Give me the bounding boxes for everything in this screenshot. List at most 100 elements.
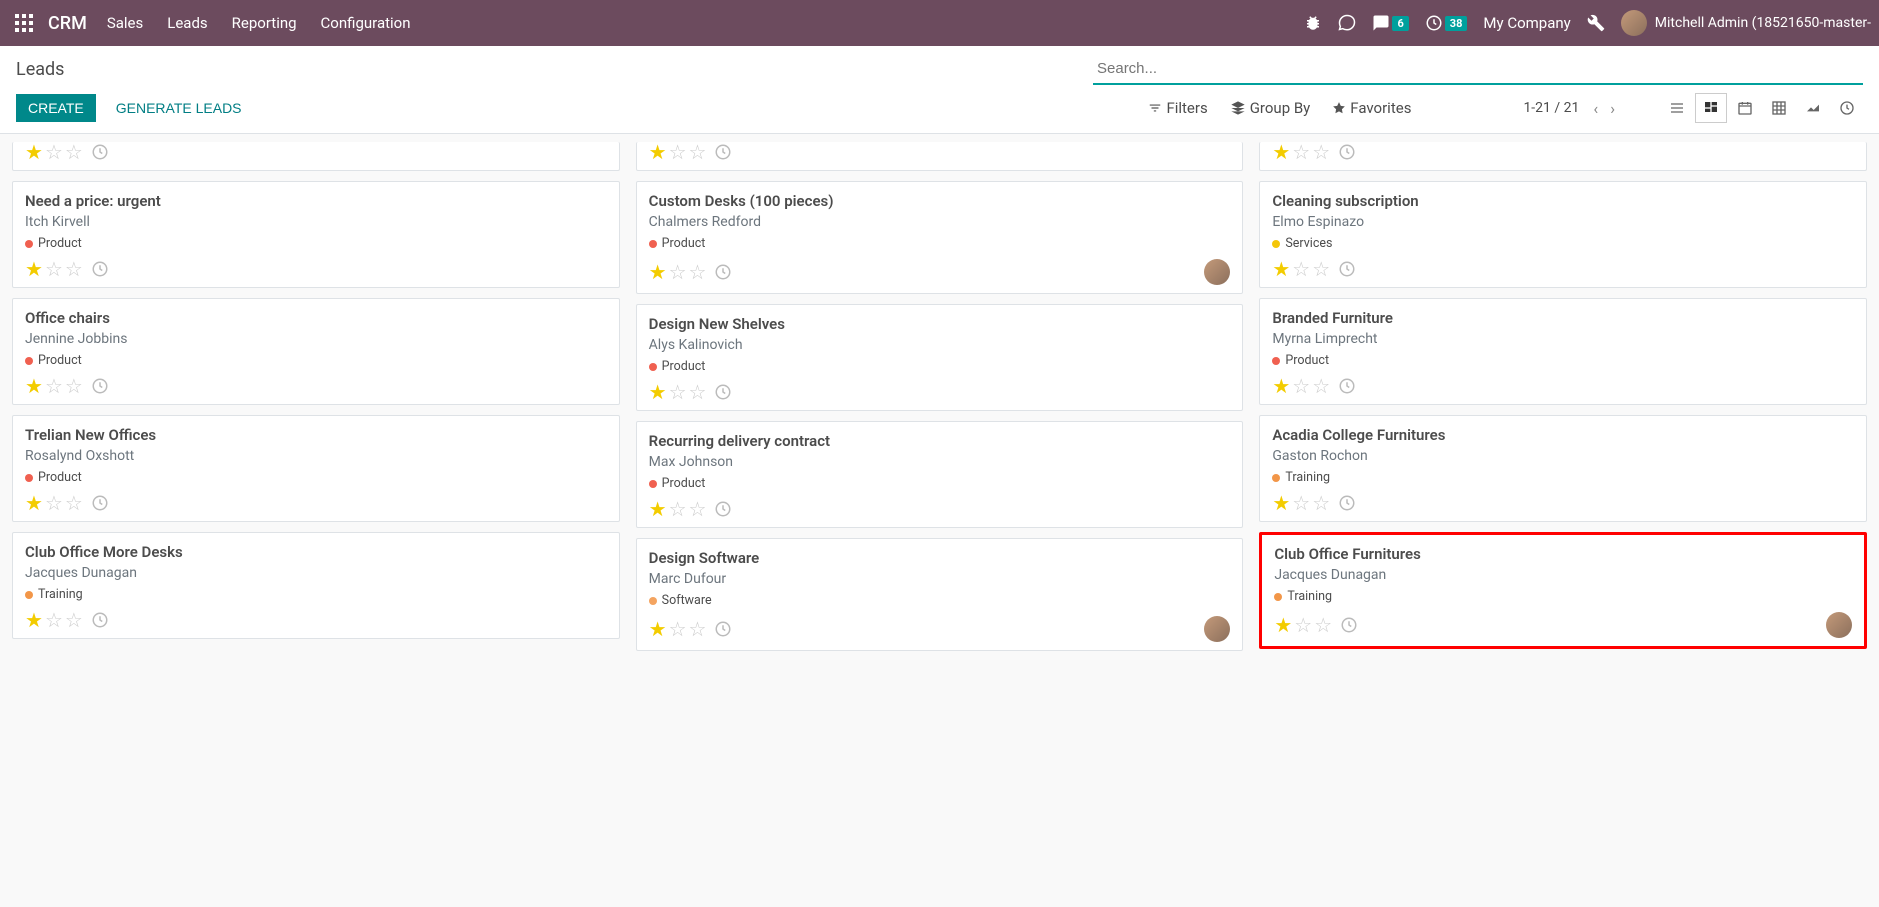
priority-star[interactable]: ★ xyxy=(649,142,667,162)
priority-star[interactable]: ★ xyxy=(649,619,667,639)
priority-star[interactable]: ☆ xyxy=(65,259,83,279)
kanban-card[interactable]: Branded FurnitureMyrna LimprechtProduct★… xyxy=(1259,298,1867,405)
kanban-card[interactable]: Need a price: urgentItch KirvellProduct★… xyxy=(12,181,620,288)
topnav-leads[interactable]: Leads xyxy=(167,14,207,32)
priority-star[interactable]: ☆ xyxy=(45,376,63,396)
activity-clock-icon[interactable] xyxy=(714,620,732,638)
search-input[interactable] xyxy=(1093,54,1863,85)
activity-clock-icon[interactable] xyxy=(714,263,732,281)
generate-leads-button[interactable]: GENERATE LEADS xyxy=(108,94,250,122)
priority-star[interactable]: ☆ xyxy=(1312,493,1330,513)
priority-star[interactable]: ☆ xyxy=(669,142,687,162)
card-tag[interactable]: Training xyxy=(1272,470,1330,485)
activity-clock-icon[interactable] xyxy=(1338,377,1356,395)
assignee-avatar[interactable] xyxy=(1826,612,1852,638)
kanban-card[interactable]: ★☆☆ xyxy=(12,142,620,171)
topnav-configuration[interactable]: Configuration xyxy=(321,14,411,32)
priority-star[interactable]: ☆ xyxy=(1292,142,1310,162)
view-activity[interactable] xyxy=(1831,93,1863,123)
card-tag[interactable]: Services xyxy=(1272,236,1332,251)
card-tag[interactable]: Product xyxy=(25,353,82,368)
priority-star[interactable]: ☆ xyxy=(689,499,707,519)
view-calendar[interactable] xyxy=(1729,93,1761,123)
priority-star[interactable]: ☆ xyxy=(1294,615,1312,635)
priority-star[interactable]: ★ xyxy=(649,262,667,282)
priority-star[interactable]: ★ xyxy=(25,259,43,279)
priority-star[interactable]: ★ xyxy=(1272,376,1290,396)
activity-clock-icon[interactable] xyxy=(1338,494,1356,512)
card-tag[interactable]: Product xyxy=(1272,353,1329,368)
kanban-card[interactable]: Trelian New OfficesRosalynd OxshottProdu… xyxy=(12,415,620,522)
priority-star[interactable]: ☆ xyxy=(689,619,707,639)
priority-star[interactable]: ☆ xyxy=(65,493,83,513)
priority-star[interactable]: ☆ xyxy=(1312,259,1330,279)
priority-star[interactable]: ☆ xyxy=(45,493,63,513)
tools-icon[interactable] xyxy=(1587,14,1605,32)
kanban-card[interactable]: Custom Desks (100 pieces)Chalmers Redfor… xyxy=(636,181,1244,294)
priority-star[interactable]: ★ xyxy=(25,493,43,513)
bug-icon[interactable] xyxy=(1304,14,1322,32)
user-menu[interactable]: Mitchell Admin (18521650-master- xyxy=(1621,10,1871,36)
assignee-avatar[interactable] xyxy=(1204,616,1230,642)
view-list[interactable] xyxy=(1661,93,1693,123)
priority-star[interactable]: ☆ xyxy=(65,376,83,396)
activity-clock-icon[interactable] xyxy=(1338,260,1356,278)
priority-star[interactable]: ☆ xyxy=(669,382,687,402)
kanban-card[interactable]: Club Office FurnituresJacques DunaganTra… xyxy=(1259,532,1867,649)
priority-star[interactable]: ★ xyxy=(649,382,667,402)
priority-star[interactable]: ★ xyxy=(25,610,43,630)
card-tag[interactable]: Software xyxy=(649,593,712,608)
activity-clock-icon[interactable] xyxy=(91,260,109,278)
view-graph[interactable] xyxy=(1797,93,1829,123)
support-icon[interactable] xyxy=(1338,14,1356,32)
priority-star[interactable]: ☆ xyxy=(689,262,707,282)
kanban-card[interactable]: ★☆☆ xyxy=(636,142,1244,171)
priority-star[interactable]: ★ xyxy=(25,376,43,396)
card-tag[interactable]: Training xyxy=(25,587,83,602)
card-tag[interactable]: Training xyxy=(1274,589,1332,604)
activity-clock-icon[interactable] xyxy=(91,494,109,512)
priority-star[interactable]: ★ xyxy=(649,499,667,519)
priority-star[interactable]: ☆ xyxy=(669,262,687,282)
card-tag[interactable]: Product xyxy=(649,359,706,374)
activities-icon[interactable]: 38 xyxy=(1425,14,1468,32)
assignee-avatar[interactable] xyxy=(1204,259,1230,285)
priority-star[interactable]: ☆ xyxy=(689,382,707,402)
priority-star[interactable]: ☆ xyxy=(669,499,687,519)
kanban-card[interactable]: Design New ShelvesAlys KalinovichProduct… xyxy=(636,304,1244,411)
priority-star[interactable]: ☆ xyxy=(1292,376,1310,396)
kanban-card[interactable]: Cleaning subscriptionElmo EspinazoServic… xyxy=(1259,181,1867,288)
priority-star[interactable]: ★ xyxy=(1272,493,1290,513)
apps-icon[interactable] xyxy=(8,7,40,39)
priority-star[interactable]: ☆ xyxy=(689,142,707,162)
company-name[interactable]: My Company xyxy=(1483,14,1570,32)
priority-star[interactable]: ★ xyxy=(1274,615,1292,635)
groupby-button[interactable]: Group By xyxy=(1230,99,1311,117)
card-tag[interactable]: Product xyxy=(649,236,706,251)
view-pivot[interactable] xyxy=(1763,93,1795,123)
priority-star[interactable]: ☆ xyxy=(1312,142,1330,162)
priority-star[interactable]: ☆ xyxy=(45,259,63,279)
card-tag[interactable]: Product xyxy=(25,470,82,485)
kanban-card[interactable]: ★☆☆ xyxy=(1259,142,1867,171)
priority-star[interactable]: ☆ xyxy=(669,619,687,639)
priority-star[interactable]: ☆ xyxy=(1292,259,1310,279)
priority-star[interactable]: ★ xyxy=(1272,259,1290,279)
priority-star[interactable]: ★ xyxy=(1272,142,1290,162)
priority-star[interactable]: ☆ xyxy=(1312,376,1330,396)
pager-prev[interactable]: ‹ xyxy=(1589,97,1602,120)
create-button[interactable]: CREATE xyxy=(16,94,96,122)
kanban-card[interactable]: Recurring delivery contractMax JohnsonPr… xyxy=(636,421,1244,528)
topnav-sales[interactable]: Sales xyxy=(107,14,143,32)
activity-clock-icon[interactable] xyxy=(1338,143,1356,161)
view-kanban[interactable] xyxy=(1695,93,1727,123)
activity-clock-icon[interactable] xyxy=(714,383,732,401)
activity-clock-icon[interactable] xyxy=(91,143,109,161)
topnav-reporting[interactable]: Reporting xyxy=(232,14,297,32)
kanban-card[interactable]: Design SoftwareMarc DufourSoftware★☆☆ xyxy=(636,538,1244,651)
priority-star[interactable]: ★ xyxy=(25,142,43,162)
activity-clock-icon[interactable] xyxy=(714,500,732,518)
favorites-button[interactable]: Favorites xyxy=(1332,99,1411,117)
priority-star[interactable]: ☆ xyxy=(1314,615,1332,635)
card-tag[interactable]: Product xyxy=(25,236,82,251)
